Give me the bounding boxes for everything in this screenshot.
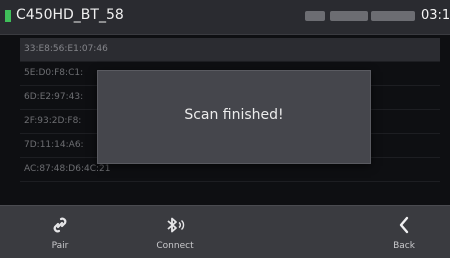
dialog-message: Scan finished!	[184, 107, 284, 123]
bottom-toolbar: Pair Connect Back	[0, 205, 450, 258]
back-button[interactable]: Back	[369, 206, 439, 258]
device-address: AC:87:48:D6:4C:21	[24, 164, 111, 174]
connect-button[interactable]: Connect	[140, 206, 210, 258]
connect-label: Connect	[156, 241, 194, 251]
device-row[interactable]: 33:E8:56:E1:07:46	[20, 38, 440, 62]
device-address: 33:E8:56:E1:07:46	[24, 44, 108, 54]
status-indicator-2	[330, 11, 368, 21]
status-indicator-1	[305, 11, 325, 21]
pair-button[interactable]: Pair	[25, 206, 95, 258]
scan-finished-dialog: Scan finished!	[97, 70, 371, 164]
device-address: 5E:D0:F8:C1:	[24, 68, 84, 78]
chevron-left-icon	[369, 214, 439, 236]
back-label: Back	[393, 241, 415, 251]
device-address: 2F:93:2D:F8:	[24, 116, 82, 126]
connection-status-indicator	[5, 10, 11, 22]
device-address: 7D:11:14:A6:	[24, 140, 84, 150]
pair-label: Pair	[51, 241, 69, 251]
bluetooth-icon	[140, 214, 210, 236]
status-indicator-3	[371, 11, 415, 21]
app-title: C450HD_BT_58	[16, 7, 124, 23]
title-bar: C450HD_BT_58 03:1	[0, 0, 450, 35]
link-icon	[25, 214, 95, 236]
device-address: 6D:E2:97:43:	[24, 92, 84, 102]
clock: 03:1	[421, 8, 450, 23]
